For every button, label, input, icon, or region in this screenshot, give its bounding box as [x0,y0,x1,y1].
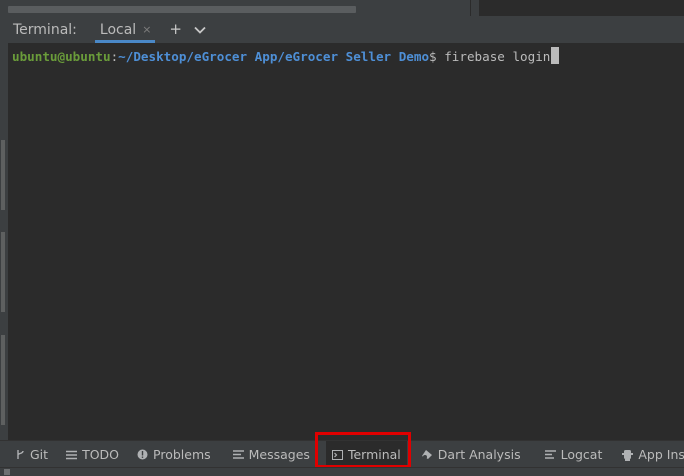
close-icon[interactable]: × [142,23,151,36]
git-branch-icon [16,449,25,460]
terminal-output[interactable]: ubuntu@ubuntu:~/Desktop/eGrocer App/eGro… [8,43,684,440]
terminal-command: firebase login [436,49,551,64]
prompt-path: ~/Desktop/eGrocer App/eGrocer Seller Dem… [118,49,430,64]
left-tool-tab[interactable] [1,232,5,312]
tool-window-title: Terminal: [13,21,77,38]
tool-tab-label: Git [30,447,49,462]
tab-label: Local [99,21,137,38]
status-bar-icon[interactable] [4,469,10,475]
tool-tab-logcat[interactable]: Logcat [539,441,609,468]
logcat-icon [544,450,556,459]
dart-analysis-icon [421,449,433,460]
tool-tab-todo[interactable]: TODO [60,441,125,468]
tool-tab-messages[interactable]: Messages [227,441,316,468]
tab-local[interactable]: Local × [94,16,156,43]
tool-tab-dart-analysis[interactable]: Dart Analysis [415,441,527,468]
prompt-user-host: ubuntu@ubuntu [12,49,111,64]
terminal-prompt-line: ubuntu@ubuntu:~/Desktop/eGrocer App/eGro… [12,47,560,65]
list-icon [66,450,78,460]
left-tool-tab[interactable] [1,335,5,425]
tool-tab-app-inspection[interactable]: App Inspec [616,441,684,468]
chevron-down-icon[interactable] [194,22,206,37]
tool-tab-label: Dart Analysis [437,447,521,462]
editor-top-strip [8,0,684,16]
terminal-icon [331,449,343,460]
editor-area [479,0,684,16]
tool-tab-label: TODO [82,447,120,462]
tool-tab-problems[interactable]: Problems [131,441,217,468]
tool-tab-terminal[interactable]: Terminal [325,441,407,468]
bottom-tool-bar: Git TODO Problems Messages Terminal Dart… [0,440,684,468]
info-icon [137,449,148,460]
tool-tab-git[interactable]: Git [10,441,54,468]
tool-tab-label: Logcat [560,447,603,462]
terminal-tool-header: Terminal: Local × + [8,16,684,43]
text-cursor [551,47,560,64]
divider [470,0,471,16]
app-inspection-icon [622,449,634,461]
tool-tab-label: App Inspec [638,447,684,462]
tool-tab-label: Problems [153,447,211,462]
tool-tab-label: Terminal [347,447,401,462]
messages-icon [232,450,244,459]
prompt-dollar: $ [429,49,437,64]
horizontal-scrollbar[interactable] [8,6,356,13]
left-tool-tab[interactable] [1,140,5,210]
tool-tab-label: Messages [248,447,310,462]
plus-icon[interactable]: + [169,22,182,37]
